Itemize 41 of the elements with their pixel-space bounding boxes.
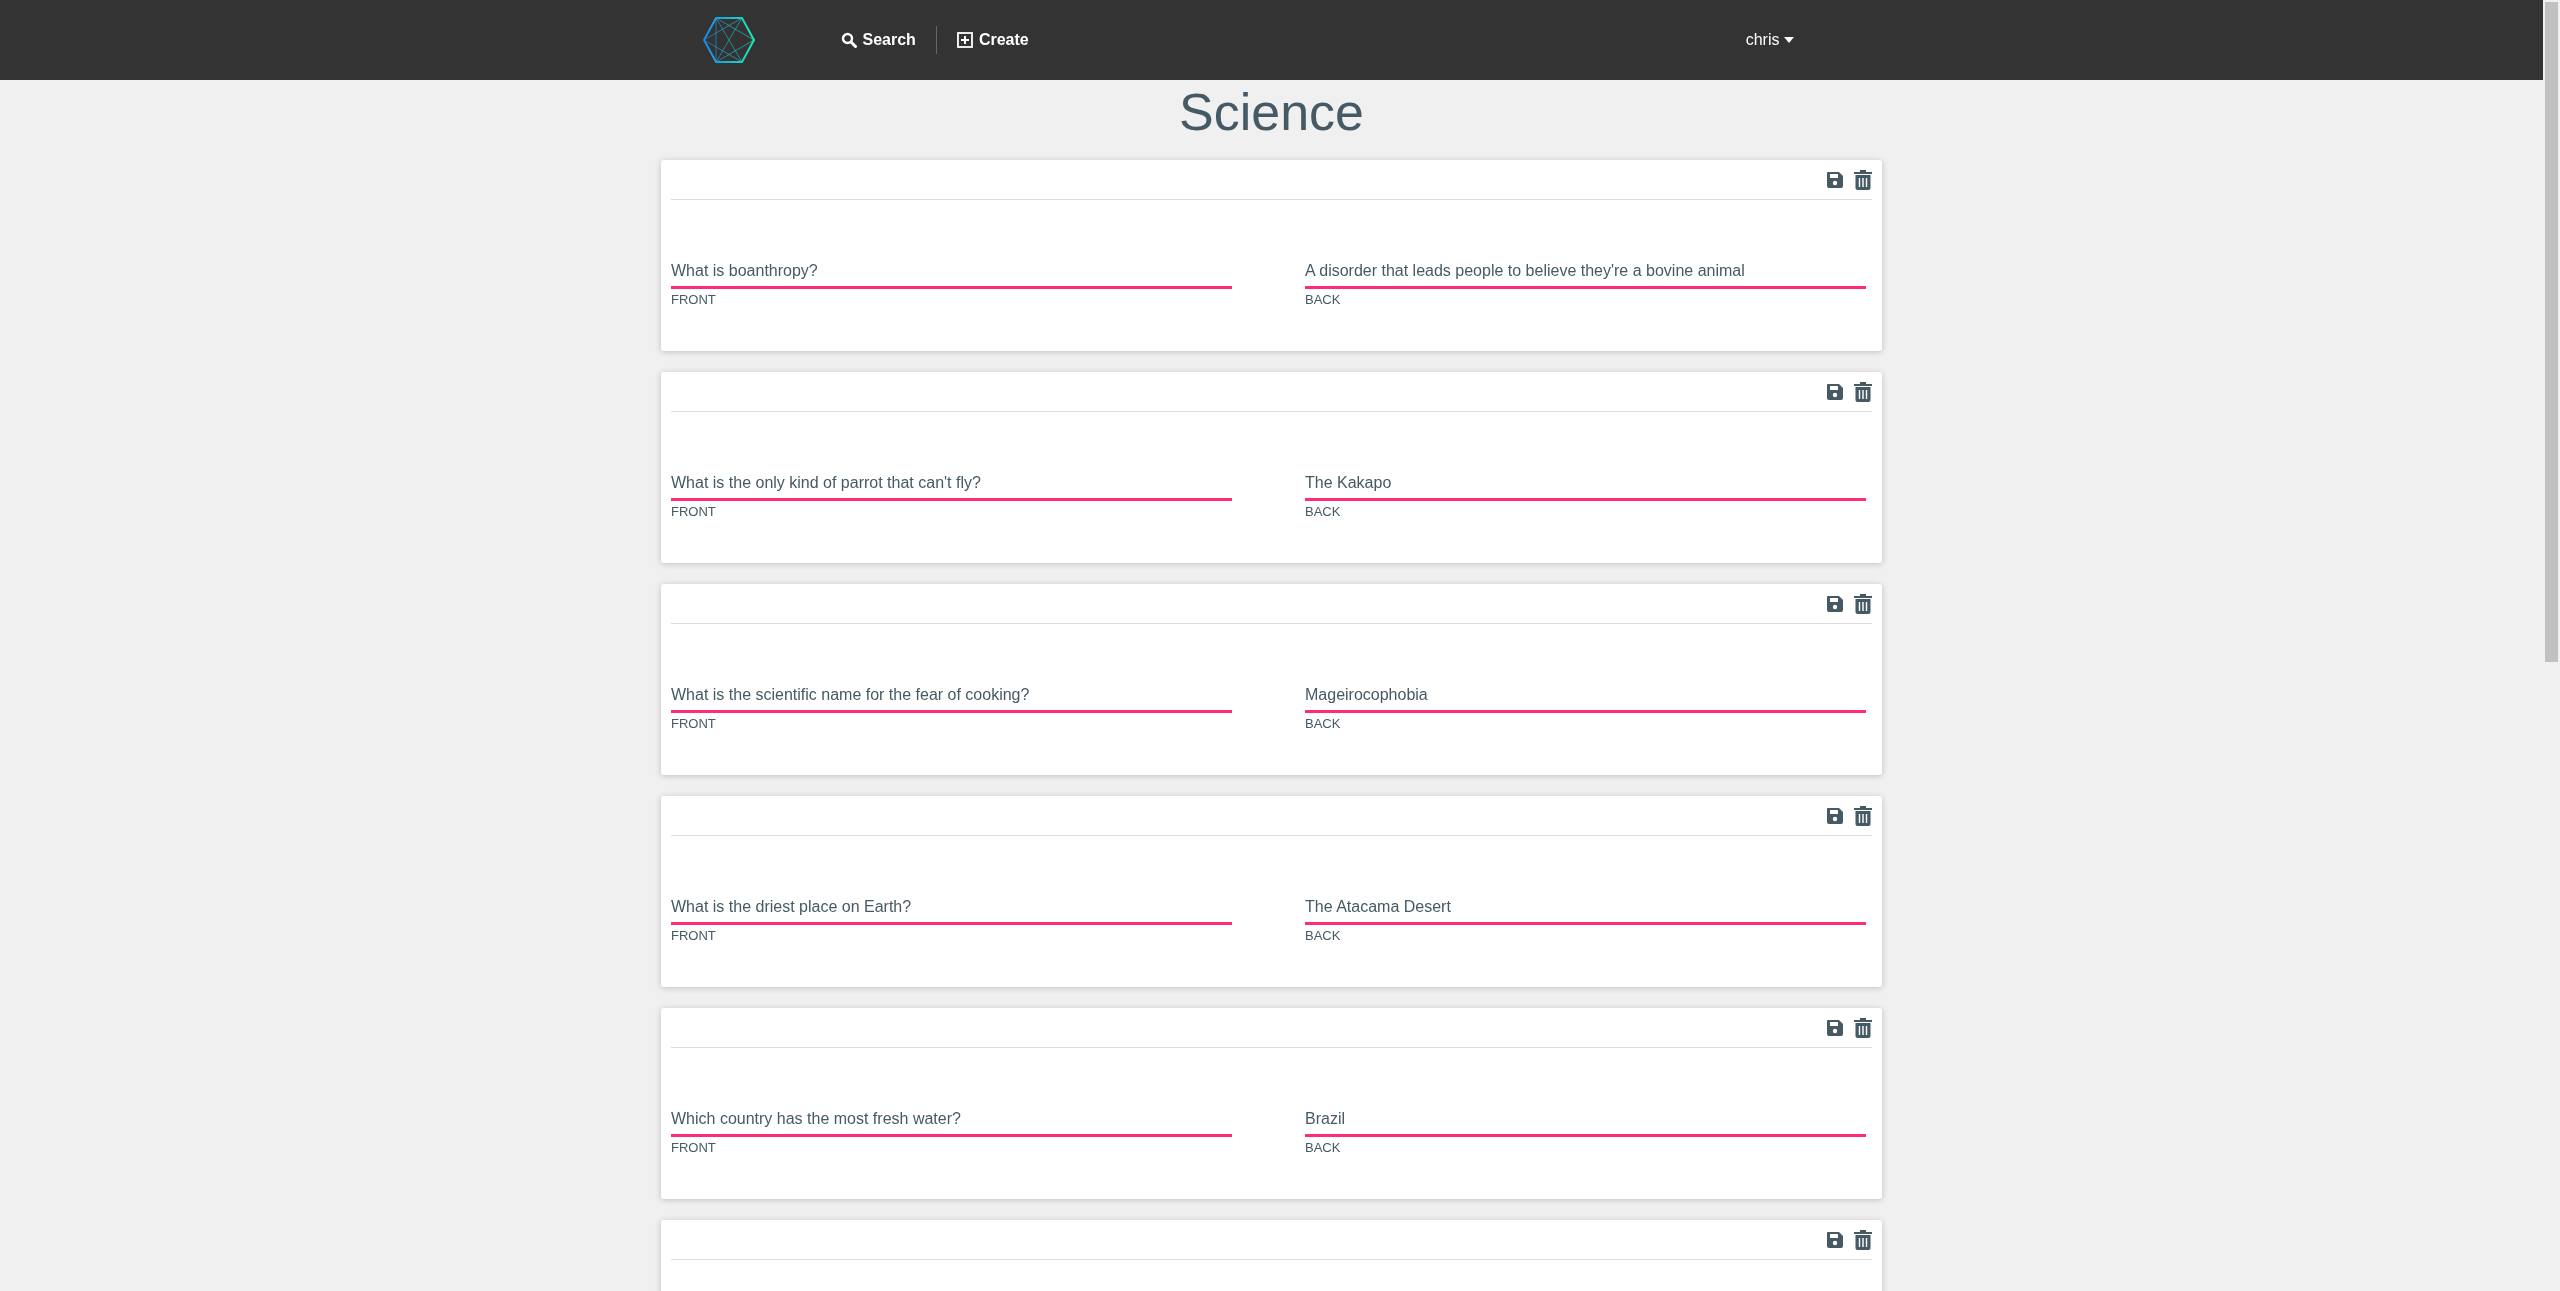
save-icon[interactable] bbox=[1826, 1018, 1844, 1037]
trash-icon[interactable] bbox=[1854, 1229, 1872, 1250]
back-field[interactable]: Brazil bbox=[1305, 1106, 1866, 1137]
search-link[interactable]: Search bbox=[840, 31, 916, 49]
field-label: FRONT bbox=[671, 1140, 716, 1155]
field-label: BACK bbox=[1305, 716, 1341, 731]
back-field[interactable]: A disorder that leads people to believe they're a bovine animal bbox=[1305, 258, 1866, 289]
user-menu[interactable]: chris bbox=[1745, 31, 1794, 49]
save-icon[interactable] bbox=[1826, 1230, 1844, 1249]
front-field[interactable]: What is the only kind of parrot that can't fly? bbox=[671, 470, 1232, 501]
save-icon[interactable] bbox=[1826, 594, 1844, 613]
trash-icon[interactable] bbox=[1854, 381, 1872, 402]
front-field[interactable]: What is the scientific name for the fear of cooking? bbox=[671, 682, 1232, 713]
back-field[interactable]: The Atacama Desert bbox=[1305, 894, 1866, 925]
front-field[interactable]: What is the driest place on Earth? bbox=[671, 894, 1232, 925]
create-link[interactable]: Create bbox=[956, 31, 1029, 49]
trash-icon[interactable] bbox=[1854, 805, 1872, 826]
field-label: FRONT bbox=[671, 716, 716, 731]
back-field[interactable]: Mageirocophobia bbox=[1305, 682, 1866, 713]
front-field[interactable]: Which country has the most fresh water? bbox=[671, 1106, 1232, 1137]
trash-icon[interactable] bbox=[1854, 593, 1872, 614]
save-icon[interactable] bbox=[1826, 806, 1844, 825]
field-label: FRONT bbox=[671, 928, 716, 943]
save-icon[interactable] bbox=[1826, 170, 1844, 189]
front-field[interactable]: What is boanthropy? bbox=[671, 258, 1232, 289]
hexagon-logo-icon[interactable] bbox=[702, 17, 755, 63]
field-label: BACK bbox=[1305, 292, 1341, 307]
field-label: BACK bbox=[1305, 928, 1341, 943]
page-title: Science bbox=[1178, 82, 1365, 143]
field-label: BACK bbox=[1305, 1140, 1341, 1155]
trash-icon[interactable] bbox=[1854, 169, 1872, 190]
field-label: FRONT bbox=[671, 504, 716, 519]
back-field[interactable]: The Kakapo bbox=[1305, 470, 1866, 501]
plus-square-icon bbox=[956, 32, 973, 48]
trash-icon[interactable] bbox=[1854, 1017, 1872, 1038]
search-icon bbox=[840, 32, 857, 48]
field-label: FRONT bbox=[671, 292, 716, 307]
field-label: BACK bbox=[1305, 504, 1341, 519]
scrollbar-thumb[interactable] bbox=[2545, 2, 2558, 662]
save-icon[interactable] bbox=[1826, 382, 1844, 401]
caret-icon bbox=[1783, 37, 1794, 43]
